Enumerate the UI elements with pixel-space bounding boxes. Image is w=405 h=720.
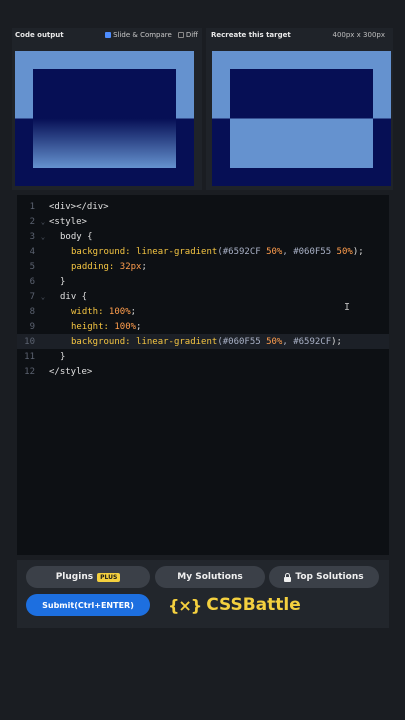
code-output-header: Code output Slide & Compare Diff bbox=[15, 28, 198, 42]
line-number: 1 bbox=[29, 201, 35, 212]
code-line: 5 padding: 32px; bbox=[17, 259, 389, 274]
code-line: 1 <div></div> bbox=[17, 199, 389, 214]
code-brace: { bbox=[76, 291, 88, 302]
code-property: background: bbox=[71, 246, 131, 257]
line-number: 5 bbox=[29, 261, 35, 272]
target-canvas bbox=[212, 51, 391, 186]
checkbox-unchecked-icon bbox=[177, 32, 184, 38]
code-output-canvas[interactable] bbox=[15, 51, 194, 186]
fold-chevron-icon[interactable]: ⌄ bbox=[37, 293, 49, 301]
code-line: 7 ⌄ div { bbox=[17, 289, 389, 304]
code-text: <div></div> bbox=[49, 201, 109, 212]
cssbattle-logo: {⨯} CSSBattle bbox=[168, 592, 301, 618]
plugins-label: Plugins bbox=[55, 572, 94, 582]
code-property: background: bbox=[71, 336, 131, 347]
code-line: 4 background: linear-gradient (#6592CF 50… bbox=[17, 244, 389, 259]
slide-compare-toggle[interactable]: Slide & Compare bbox=[105, 31, 172, 39]
code-punct: ; bbox=[141, 261, 147, 272]
code-percent: 50% bbox=[266, 336, 283, 347]
my-solutions-button[interactable]: My Solutions bbox=[155, 566, 265, 588]
text-cursor-icon: I bbox=[344, 302, 351, 313]
code-selector: div bbox=[60, 291, 77, 302]
code-line: 6 } bbox=[17, 274, 389, 289]
code-value: 32px bbox=[114, 261, 142, 272]
code-line: 3 ⌄ body { bbox=[17, 229, 389, 244]
plus-badge: PLUS bbox=[97, 572, 121, 582]
code-property: height: bbox=[71, 321, 109, 332]
code-punct: ; bbox=[136, 321, 142, 332]
line-number: 7 bbox=[29, 291, 35, 302]
line-number: 3 bbox=[29, 231, 35, 242]
code-value: , #060F55 bbox=[282, 246, 337, 257]
line-number: 4 bbox=[29, 246, 35, 257]
checkbox-checked-icon bbox=[105, 32, 112, 38]
line-number: 2 bbox=[29, 216, 35, 227]
code-line: 11 } bbox=[17, 349, 389, 364]
top-solutions-button[interactable]: Top Solutions bbox=[269, 566, 379, 588]
code-percent: 50% bbox=[336, 246, 353, 257]
code-line: 12 </style> bbox=[17, 364, 389, 379]
cssbattle-logo-icon: {⨯} bbox=[168, 595, 202, 615]
code-value: , #6592CF bbox=[282, 336, 332, 347]
line-number: 9 bbox=[29, 321, 35, 332]
brand-name: CSSBattle bbox=[206, 595, 301, 615]
code-function: linear-gradient bbox=[130, 246, 218, 257]
code-property: width: bbox=[71, 306, 104, 317]
plugins-button[interactable]: Plugins PLUS bbox=[26, 566, 150, 588]
submit-button[interactable]: Submit(Ctrl+ENTER) bbox=[26, 594, 150, 616]
lock-icon bbox=[284, 572, 292, 582]
line-number: 10 bbox=[24, 336, 35, 347]
target-inner-div bbox=[230, 69, 373, 168]
slide-compare-label: Slide & Compare bbox=[113, 31, 172, 39]
code-line: 8 width: 100%; bbox=[17, 304, 389, 319]
code-property: padding: bbox=[71, 261, 115, 272]
line-number: 6 bbox=[29, 276, 35, 287]
code-value: 100% bbox=[103, 306, 131, 317]
code-brace: { bbox=[81, 231, 93, 242]
fold-chevron-icon[interactable]: ⌄ bbox=[37, 218, 49, 226]
code-line: 9 height: 100%; bbox=[17, 319, 389, 334]
code-value: 100% bbox=[108, 321, 137, 332]
code-punct: ); bbox=[331, 336, 342, 347]
fold-chevron-icon[interactable]: ⌄ bbox=[37, 233, 49, 241]
line-number: 11 bbox=[24, 351, 35, 362]
output-inner-div bbox=[33, 69, 176, 168]
top-solutions-label: Top Solutions bbox=[295, 572, 364, 582]
code-value: (#6592CF bbox=[217, 246, 267, 257]
line-number: 8 bbox=[29, 306, 35, 317]
my-solutions-label: My Solutions bbox=[177, 572, 243, 582]
code-brace: } bbox=[60, 276, 66, 287]
code-percent: 50% bbox=[266, 246, 283, 257]
code-line: 2 ⌄ <style> bbox=[17, 214, 389, 229]
code-text: </style> bbox=[49, 366, 93, 377]
diff-label: Diff bbox=[185, 31, 198, 39]
code-line-active: 10 background: linear-gradient (#060F55 5… bbox=[17, 334, 389, 349]
code-output-title: Code output bbox=[15, 31, 64, 39]
code-value: (#060F55 bbox=[217, 336, 267, 347]
diff-toggle[interactable]: Diff bbox=[177, 31, 198, 39]
target-header: Recreate this target 400px x 300px bbox=[211, 28, 385, 42]
code-function: linear-gradient bbox=[130, 336, 218, 347]
code-selector: body bbox=[60, 231, 82, 242]
code-editor[interactable]: 1 <div></div> 2 ⌄ <style> 3 ⌄ body { 4 b… bbox=[17, 195, 389, 555]
code-punct: ); bbox=[352, 246, 364, 257]
code-brace: } bbox=[60, 351, 66, 362]
target-size-label: 400px x 300px bbox=[332, 31, 386, 39]
submit-label: Submit(Ctrl+ENTER) bbox=[42, 600, 134, 610]
code-text: <style> bbox=[49, 216, 87, 227]
line-number: 12 bbox=[24, 366, 35, 377]
target-title: Recreate this target bbox=[211, 31, 291, 39]
code-punct: ; bbox=[130, 306, 137, 317]
